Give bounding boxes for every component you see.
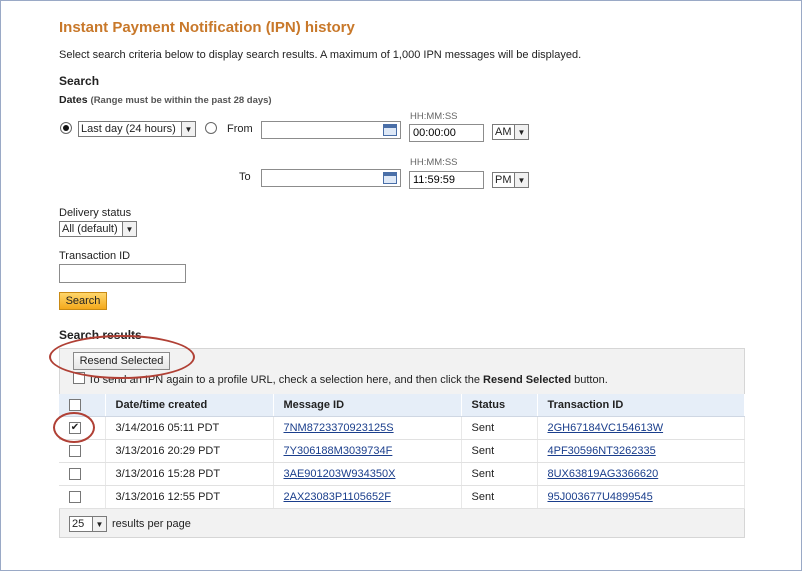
search-heading: Search [59,74,100,88]
calendar-icon[interactable] [383,172,397,184]
range-radio[interactable] [205,122,217,134]
table-row: 3/13/2016 15:28 PDT 3AE901203W934350X Se… [59,462,745,486]
row-date: 3/13/2016 20:29 PDT [105,439,274,463]
row-message-id-cell: 3AE901203W934350X [273,462,462,486]
row-transaction-id-cell: 95J003677U4899545 [537,485,745,509]
message-id-link[interactable]: 7NM8723370923125S [284,422,394,434]
to-date-wrapper [261,169,401,189]
select-all-checkbox[interactable] [69,398,81,411]
per-page-value: 25 [72,518,85,530]
from-time-format-label: HH:MM:SS [410,111,458,122]
transaction-id-link[interactable]: 4PF30596NT3262335 [548,445,656,457]
delivery-status-select[interactable]: All (default) ▼ [59,221,137,237]
preset-select[interactable]: Last day (24 hours) ▼ [78,121,196,137]
radio-selected-icon [63,125,69,131]
delivery-status-value: All (default) [62,223,118,235]
transaction-id-input[interactable] [59,264,186,283]
row-checkbox-cell [59,485,106,509]
from-ampm-value: AM [495,126,512,138]
delivery-status-label: Delivery status [59,207,132,219]
message-id-link[interactable]: 7Y306188M3039734F [284,445,393,457]
row-transaction-id-cell: 2GH67184VC154613W [537,416,745,440]
table-row: ✔ 3/14/2016 05:11 PDT 7NM8723370923125S … [59,416,745,440]
column-header-date[interactable]: Date/time created [105,394,274,417]
resend-hint-bold: Resend Selected [483,374,572,386]
preset-select-value: Last day (24 hours) [81,123,176,135]
transaction-id-link[interactable]: 95J003677U4899545 [548,491,653,503]
message-id-link[interactable]: 2AX23083P1105652F [284,491,391,503]
table-header-row: Date/time created Message ID Status Tran… [59,394,745,417]
highlight-oval-resend [49,335,195,379]
resend-hint-post: button. [571,374,608,386]
column-header-transaction-id[interactable]: Transaction ID [537,394,745,417]
row-transaction-id-cell: 8UX63819AG3366620 [537,462,745,486]
row-status: Sent [461,416,538,440]
from-ampm-select[interactable]: AM ▼ [492,124,529,140]
from-time-input[interactable] [409,124,484,142]
to-ampm-value: PM [495,174,512,186]
transaction-id-link[interactable]: 2GH67184VC154613W [548,422,664,434]
table-row: 3/13/2016 20:29 PDT 7Y306188M3039734F Se… [59,439,745,463]
row-date: 3/13/2016 12:55 PDT [105,485,274,509]
dropdown-arrow-icon: ▼ [514,125,528,139]
calendar-icon[interactable] [383,124,397,136]
column-header-message-id[interactable]: Message ID [273,394,462,417]
transaction-id-label: Transaction ID [59,250,131,262]
row-transaction-id-cell: 4PF30596NT3262335 [537,439,745,463]
page-description: Select search criteria below to display … [59,49,582,61]
dropdown-arrow-icon: ▼ [92,517,106,531]
dropdown-arrow-icon: ▼ [514,173,528,187]
to-time-format-label: HH:MM:SS [410,157,458,168]
row-checkbox-cell [59,462,106,486]
row-checkbox-cell [59,439,106,463]
column-header-status[interactable]: Status [461,394,538,417]
dates-note: (Range must be within the past 28 days) [90,95,272,106]
to-label: To [239,171,251,183]
row-status: Sent [461,462,538,486]
dropdown-arrow-icon: ▼ [122,222,136,236]
from-label: From [227,123,253,135]
search-button[interactable]: Search [59,292,107,310]
from-date-input[interactable] [261,121,401,139]
checkbox-unchecked-icon[interactable] [69,467,81,480]
dropdown-arrow-icon: ▼ [181,122,195,136]
preset-radio[interactable] [60,122,72,134]
row-message-id-cell: 7NM8723370923125S [273,416,462,440]
resend-hint: To send an IPN again to a profile URL, c… [88,374,608,386]
checkbox-unchecked-icon[interactable] [69,444,81,457]
dates-label-text: Dates [59,94,88,106]
row-message-id-cell: 2AX23083P1105652F [273,485,462,509]
from-date-wrapper [261,121,401,141]
table-row: 3/13/2016 12:55 PDT 2AX23083P1105652F Se… [59,485,745,509]
row-status: Sent [461,439,538,463]
row-date: 3/14/2016 05:11 PDT [105,416,274,440]
per-page-select[interactable]: 25 ▼ [69,516,107,532]
transaction-id-link[interactable]: 8UX63819AG3366620 [548,468,659,480]
checkbox-unchecked-icon[interactable] [69,490,81,503]
page-title: Instant Payment Notification (IPN) histo… [59,19,355,36]
to-ampm-select[interactable]: PM ▼ [492,172,529,188]
dates-label: Dates (Range must be within the past 28 … [59,94,272,106]
highlight-oval-checkbox [53,412,95,443]
to-date-input[interactable] [261,169,401,187]
results-table: Date/time created Message ID Status Tran… [59,394,745,509]
row-message-id-cell: 7Y306188M3039734F [273,439,462,463]
to-time-input[interactable] [409,171,484,189]
message-id-link[interactable]: 3AE901203W934350X [284,468,396,480]
row-status: Sent [461,485,538,509]
per-page-label: results per page [112,518,191,530]
row-date: 3/13/2016 15:28 PDT [105,462,274,486]
